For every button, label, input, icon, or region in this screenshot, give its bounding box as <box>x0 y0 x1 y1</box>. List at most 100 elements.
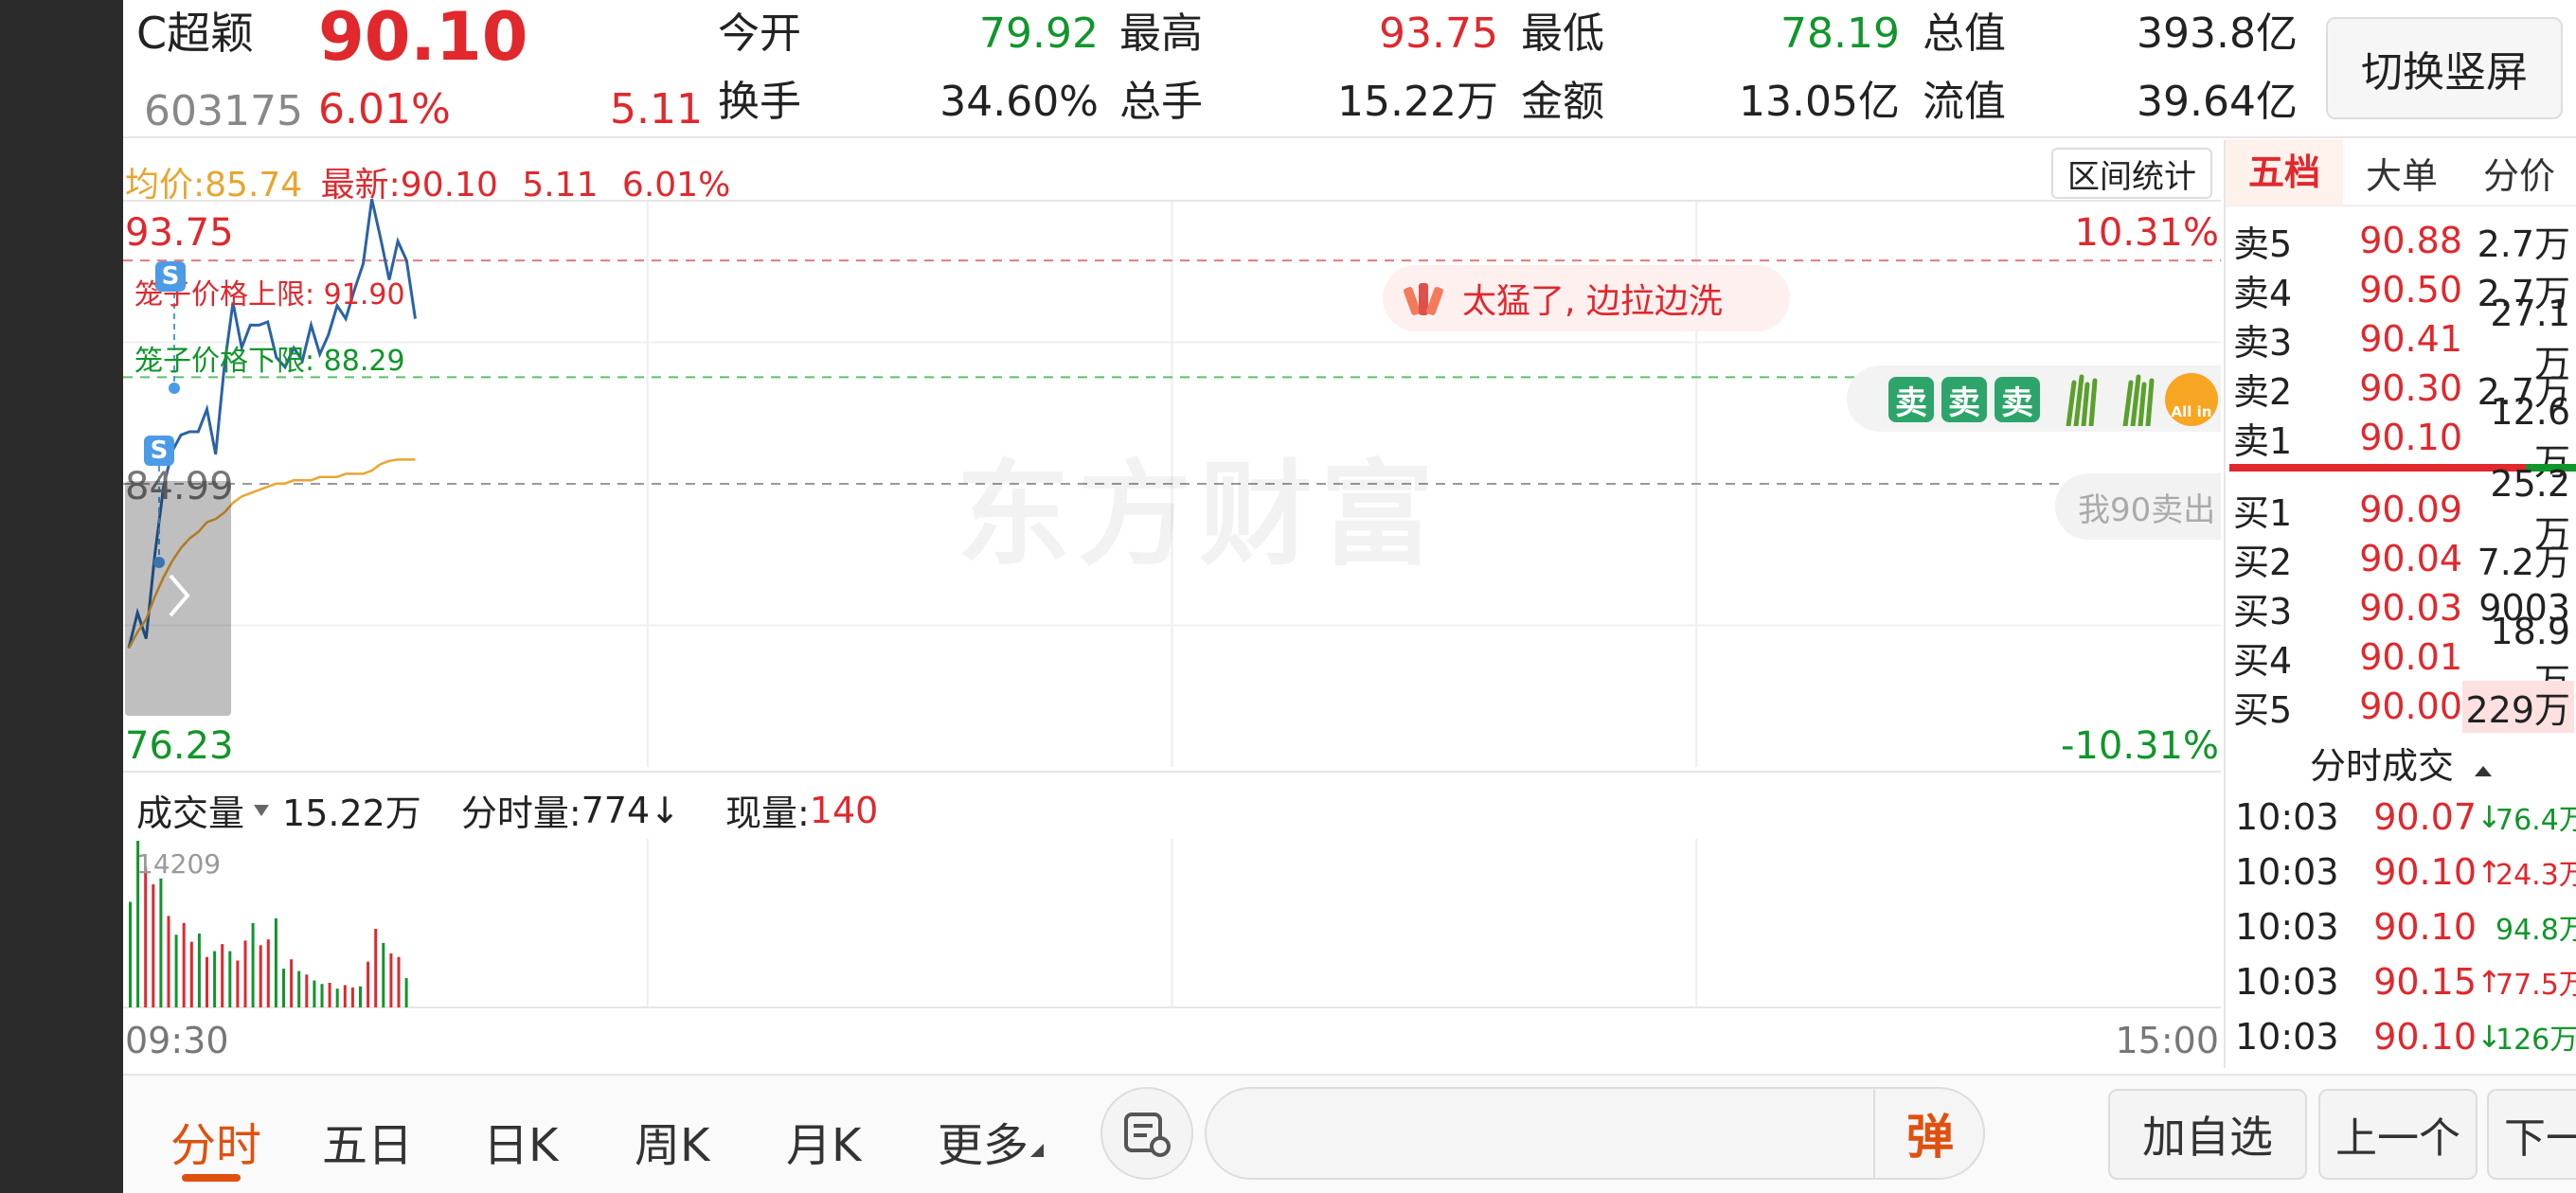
all-in-label: All in <box>2171 403 2212 420</box>
trades-header[interactable]: 分时成交 <box>2226 737 2576 789</box>
sell-icon-1[interactable]: 卖 <box>1888 377 1934 422</box>
volume-bar <box>159 878 163 1007</box>
tab-more[interactable]: 更多 <box>938 1108 1029 1174</box>
stat-value: 34.60% <box>939 78 1099 126</box>
bid-price: 90.00 <box>2359 686 2462 727</box>
volume-bar <box>251 922 255 1007</box>
current-volume-value: 140 <box>809 789 879 831</box>
all-in-icon[interactable]: All in <box>2165 373 2218 426</box>
leek-icon[interactable] <box>2118 373 2159 426</box>
trades-header-label: 分时成交 <box>2309 745 2454 787</box>
trade-volume: 94.8万 <box>2496 914 2576 947</box>
y-label-bottom: 76.23 <box>125 724 234 768</box>
volume-bars-svg <box>123 839 2221 1008</box>
stat-label: 金额 <box>1521 78 1604 126</box>
volume-bar <box>397 956 401 1007</box>
tab-monthly-k[interactable]: 月K <box>786 1108 861 1174</box>
tab-five-day[interactable]: 五日 <box>322 1108 413 1174</box>
trade-direction-icon: ↑ <box>2477 964 2502 1000</box>
comment-bubble[interactable]: 太猛了, 边拉边洗 <box>1383 265 1790 331</box>
range-stats-button[interactable]: 区间统计 <box>2051 148 2212 199</box>
volume-bar <box>189 941 193 1007</box>
sell-at-90-pill[interactable]: 我90卖出 <box>2055 473 2221 540</box>
tab-five-levels[interactable]: 五档 <box>2226 139 2343 205</box>
left-edge-bar <box>0 0 123 1193</box>
tab-intraday[interactable]: 分时 <box>170 1108 261 1174</box>
trade-time: 10:03 <box>2235 851 2339 893</box>
bid-row[interactable]: 买1 90.09 25.2万 <box>2226 463 2576 555</box>
bid-volume: 229万 <box>2462 680 2574 733</box>
trade-volume: 24.3万 <box>2496 859 2576 892</box>
trade-direction-icon: ↓ <box>2477 1019 2502 1055</box>
chevron-right-icon <box>169 574 190 617</box>
stat-value: 393.8亿 <box>2137 9 2298 58</box>
toggle-portrait-button[interactable]: 切换竖屏 <box>2326 17 2563 119</box>
stat-value: 39.64亿 <box>2137 78 2298 126</box>
signal-marker-bottom[interactable]: S <box>144 436 174 466</box>
trade-price: 90.07 <box>2373 796 2477 838</box>
next-stock-button[interactable]: 下一个 <box>2487 1089 2576 1180</box>
bid-price: 90.04 <box>2359 538 2462 579</box>
tab-weekly-k[interactable]: 周K <box>635 1108 709 1174</box>
volume-bar <box>367 961 370 1007</box>
volume-bar <box>359 986 362 1007</box>
stat-value: 13.05亿 <box>1739 78 1900 126</box>
avg-value: 85.74 <box>205 166 303 205</box>
note-settings-icon[interactable] <box>1100 1087 1193 1180</box>
volume-header: 成交量 15.22万 分时量: 774 ↓ 现量: 140 <box>136 784 878 836</box>
ask-row[interactable]: 卖5 90.88 2.7万 <box>2226 216 2576 265</box>
ask-level-label: 卖4 <box>2233 272 2293 314</box>
sell-icon-2[interactable]: 卖 <box>1941 377 1987 422</box>
bid-level-label: 买5 <box>2233 688 2293 731</box>
sell-icon-3[interactable]: 卖 <box>1995 377 2040 422</box>
volume-bar <box>350 987 354 1007</box>
trade-time: 10:03 <box>2235 796 2339 838</box>
bid-volume: 7.2万 <box>2477 541 2570 583</box>
volume-bar <box>335 988 339 1007</box>
trade-price: 90.15 <box>2373 961 2477 1003</box>
tab-daily-k[interactable]: 日K <box>483 1108 558 1174</box>
bid-price: 90.01 <box>2359 636 2462 678</box>
trade-time: 10:03 <box>2235 961 2339 1003</box>
tab-price-distribution[interactable]: 分价 <box>2460 147 2576 199</box>
stat-label: 最高 <box>1119 9 1203 58</box>
leek-icon[interactable] <box>2061 373 2102 426</box>
danmu-input[interactable] <box>1205 1087 1985 1180</box>
trade-row: 10:03 90.10 ↑ 24.3万 <box>2226 845 2576 899</box>
danmu-toggle-button[interactable]: 弹 <box>1873 1087 1985 1180</box>
avg-label: 均价: <box>125 166 206 205</box>
collapse-panel-handle[interactable] <box>125 481 231 716</box>
down-arrow-icon: ↓ <box>650 789 680 831</box>
trade-row: 10:03 90.15 ↑ 77.5万 <box>2226 954 2576 1009</box>
volume-indicator-select[interactable]: 成交量 <box>136 784 270 836</box>
bid-price: 90.09 <box>2359 489 2462 530</box>
add-watchlist-button[interactable]: 加自选 <box>2108 1089 2307 1180</box>
trade-row: 10:03 90.10 ↓ 126万 <box>2226 1009 2576 1064</box>
volume-bar <box>236 960 240 1007</box>
volume-bar <box>243 940 247 1007</box>
latest-value: 90.10 <box>400 166 498 205</box>
ask-price: 90.10 <box>2359 417 2462 458</box>
latest-change: 5.11 <box>522 166 599 205</box>
ask-level-label: 卖3 <box>2233 321 2293 364</box>
ask-row[interactable]: 卖3 90.41 27.1万 <box>2226 293 2576 384</box>
volume-bar <box>290 959 294 1007</box>
signal-marker-top[interactable]: S <box>155 261 186 292</box>
bid-row[interactable]: 买490.0118.9万 <box>2226 611 2576 703</box>
ask-row[interactable]: 卖1 90.10 12.6万 <box>2226 391 2576 483</box>
volume-bar <box>259 945 262 1007</box>
volume-bar <box>197 933 201 1007</box>
change-amount: 5.11 <box>610 85 703 134</box>
latest-label: 最新: <box>320 166 401 205</box>
volume-bar <box>404 978 408 1007</box>
volume-bar <box>174 935 178 1007</box>
trade-price: 90.10 <box>2373 851 2477 893</box>
period-volume-value: 774 <box>581 789 651 831</box>
trade-row: 10:03 90.10 94.8万 <box>2226 899 2576 954</box>
bid-row[interactable]: 买5 90.00 229万 <box>2226 680 2576 733</box>
bid-row[interactable]: 买2 90.04 7.2万 <box>2226 534 2576 583</box>
tab-large-orders[interactable]: 大单 <box>2343 147 2460 199</box>
volume-bar <box>213 951 217 1007</box>
volume-bar <box>328 982 331 1007</box>
previous-stock-button[interactable]: 上一个 <box>2318 1089 2478 1180</box>
